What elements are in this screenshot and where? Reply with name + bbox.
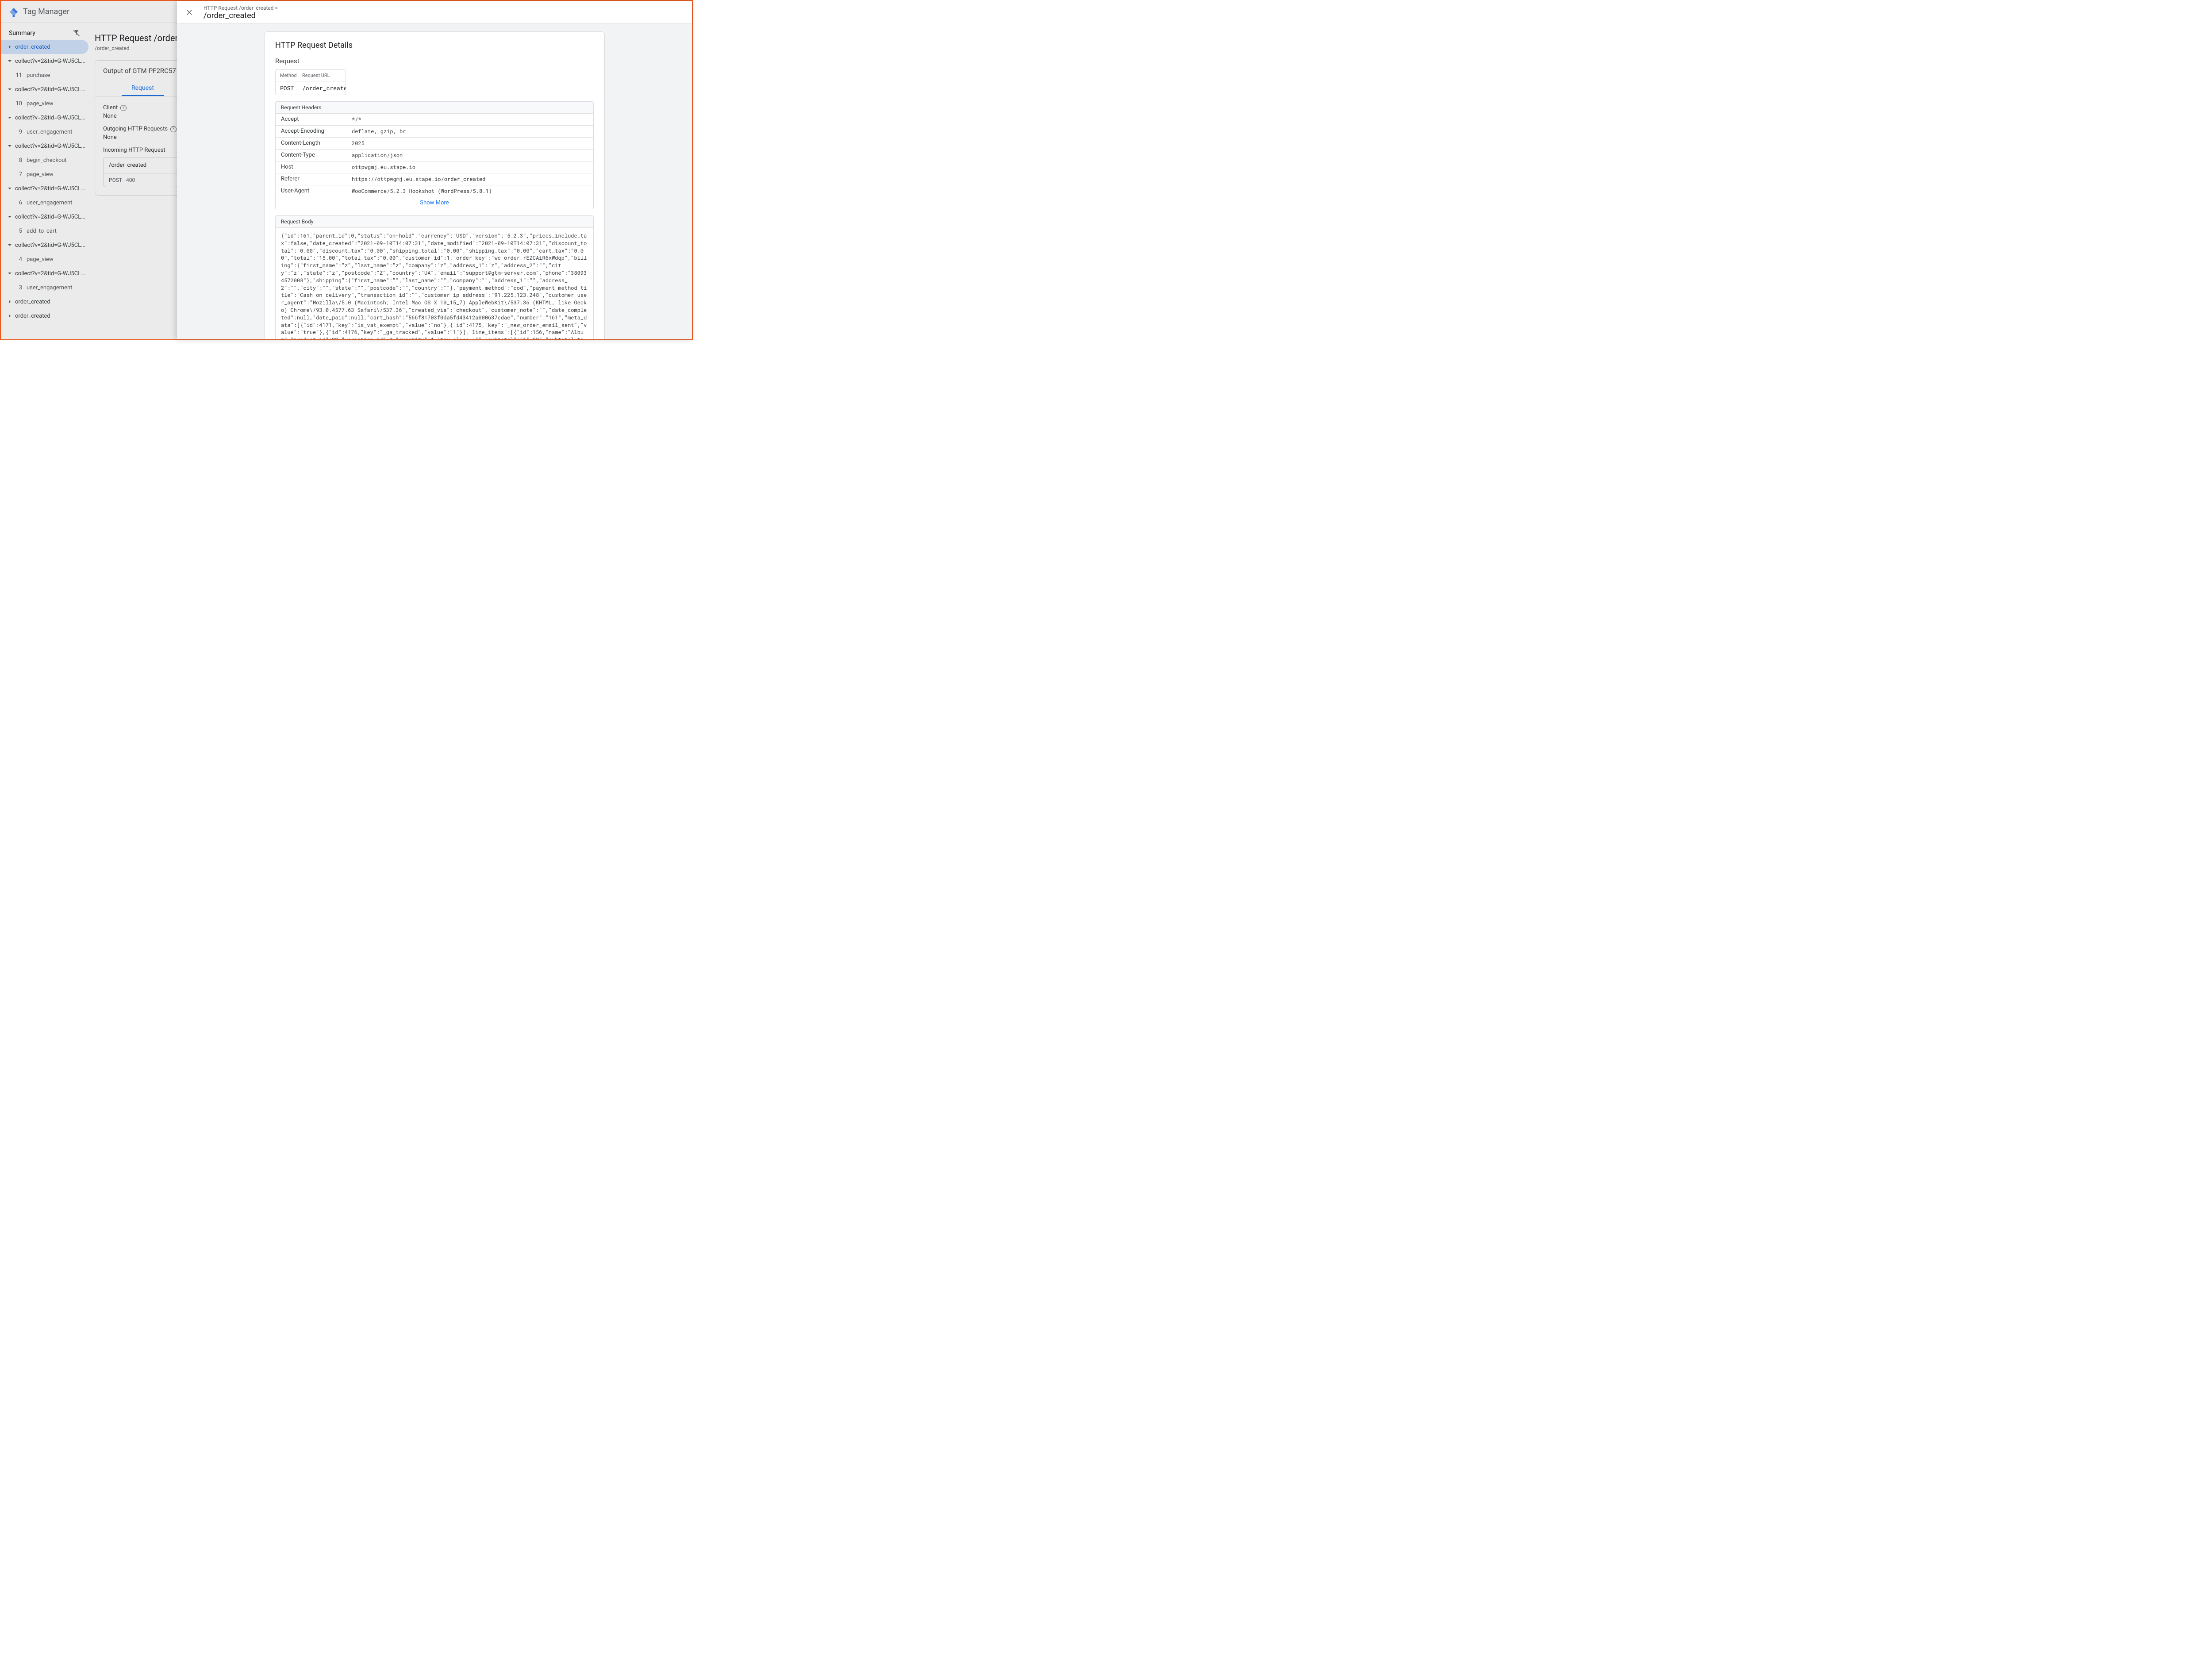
sidebar-item[interactable]: 5add_to_cart <box>1 224 88 238</box>
detail-card-title: HTTP Request Details <box>275 41 594 50</box>
chevron-down-icon <box>6 242 13 249</box>
sidebar-group[interactable]: collect?v=2&tid=G-WJ5CL... <box>1 54 88 68</box>
sidebar-item-order-created[interactable]: order_created <box>1 40 88 54</box>
header-row: Refererhttps://ottpwgmj.eu.stape.io/orde… <box>276 173 593 185</box>
outgoing-label: Outgoing HTTP Requests <box>103 126 168 132</box>
tab-request[interactable]: Request <box>122 81 164 96</box>
sidebar-item-order-created[interactable]: order_created <box>1 295 88 309</box>
sidebar-item[interactable]: 6user_engagement <box>1 196 88 210</box>
chevron-down-icon <box>6 213 13 220</box>
sidebar-item[interactable]: 8begin_checkout <box>1 153 88 167</box>
summary-label[interactable]: Summary <box>9 30 35 37</box>
detail-card: HTTP Request Details Request Method Requ… <box>264 31 605 339</box>
sidebar-item[interactable]: 4page_view <box>1 252 88 266</box>
incoming-label: Incoming HTTP Request <box>103 147 165 154</box>
chevron-down-icon <box>6 114 13 121</box>
output-card-title: Output of GTM-PF2RC57 <box>103 67 176 75</box>
sidebar-group[interactable]: collect?v=2&tid=G-WJ5CL... <box>1 139 88 153</box>
panel-title: /order_created <box>204 11 278 20</box>
sidebar-group[interactable]: collect?v=2&tid=G-WJ5CL... <box>1 210 88 224</box>
close-icon <box>185 8 193 16</box>
request-url: /order_created <box>298 81 346 95</box>
detail-panel: HTTP Request /order_created > /order_cre… <box>177 1 692 339</box>
close-button[interactable] <box>181 4 197 20</box>
chevron-right-icon <box>6 312 13 319</box>
chevron-down-icon <box>6 270 13 277</box>
sidebar: Summary order_created collect?v=2&tid=G-… <box>1 23 88 339</box>
panel-header: HTTP Request /order_created > /order_cre… <box>177 1 692 23</box>
sidebar-group[interactable]: collect?v=2&tid=G-WJ5CL... <box>1 111 88 125</box>
header-row: Accept*/* <box>276 114 593 126</box>
chevron-right-icon <box>6 43 13 50</box>
breadcrumb[interactable]: HTTP Request /order_created > <box>204 5 278 11</box>
chevron-down-icon <box>6 58 13 65</box>
header-row: Accept-Encodingdeflate, gzip, br <box>276 126 593 138</box>
info-icon[interactable]: ? <box>120 105 127 111</box>
header-row: Hostottpwgmj.eu.stape.io <box>276 161 593 173</box>
chevron-right-icon <box>6 298 13 305</box>
sidebar-item[interactable]: 10page_view <box>1 96 88 111</box>
sidebar-item[interactable]: 7page_view <box>1 167 88 181</box>
header-row: Content-Typeapplication/json <box>276 150 593 161</box>
sidebar-item-order-created[interactable]: order_created <box>1 309 88 323</box>
sidebar-group[interactable]: collect?v=2&tid=G-WJ5CL... <box>1 181 88 196</box>
show-more-button[interactable]: Show More <box>276 197 593 209</box>
brand-title: Tag Manager <box>23 7 69 16</box>
info-icon[interactable]: ? <box>170 126 177 132</box>
header-row: User-AgentWooCommerce/5.2.3 Hookshot (Wo… <box>276 185 593 197</box>
sidebar-item[interactable]: 11purchase <box>1 68 88 82</box>
client-label: Client <box>103 104 118 111</box>
sidebar-group[interactable]: collect?v=2&tid=G-WJ5CL... <box>1 82 88 96</box>
clear-filter-icon[interactable] <box>73 29 81 37</box>
sidebar-group[interactable]: collect?v=2&tid=G-WJ5CL... <box>1 266 88 280</box>
chevron-down-icon <box>6 86 13 93</box>
sidebar-item[interactable]: 3user_engagement <box>1 280 88 295</box>
header-row: Content-Length2025 <box>276 138 593 150</box>
http-method: POST <box>276 81 298 95</box>
chevron-down-icon <box>6 185 13 192</box>
request-body-block: Request Body {"id":161,"parent_id":0,"st… <box>275 215 594 339</box>
request-body-content[interactable]: {"id":161,"parent_id":0,"status":"on-hol… <box>276 228 593 339</box>
chevron-down-icon <box>6 142 13 150</box>
incoming-box[interactable]: /order_created POST · 400 <box>103 157 178 187</box>
method-url-table: Method Request URL POST /order_created <box>275 69 346 95</box>
headers-table: Request Headers Accept*/*Accept-Encoding… <box>275 101 594 209</box>
sidebar-item[interactable]: 9user_engagement <box>1 125 88 139</box>
sidebar-group[interactable]: collect?v=2&tid=G-WJ5CL... <box>1 238 88 252</box>
section-request: Request <box>275 57 594 65</box>
gtm-logo-icon <box>9 7 19 17</box>
